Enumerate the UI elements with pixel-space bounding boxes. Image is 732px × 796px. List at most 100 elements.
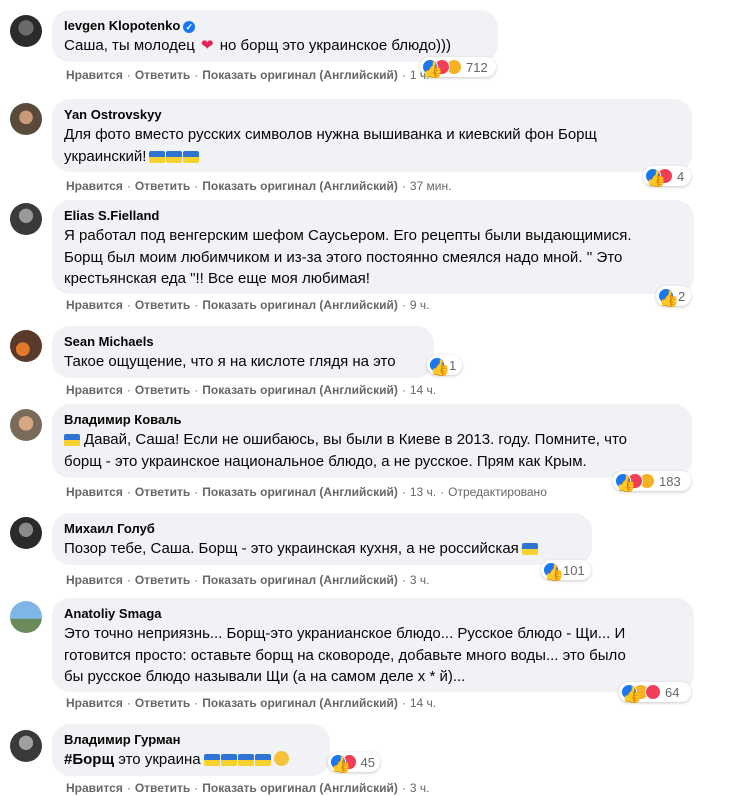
- avatar[interactable]: [10, 203, 42, 235]
- show-original-link[interactable]: Показать оригинал (Английский): [202, 383, 398, 397]
- comment-bubble: Elias S.Fielland Я работал под венгерски…: [52, 200, 694, 294]
- reaction-count: 45: [360, 754, 375, 770]
- comment-bubble: Ievgen Klopotenko ✓ Саша, ты молодец ❤ но…: [52, 10, 498, 62]
- comment-text: бы русское блюдо называли Щи (а на самом…: [64, 668, 466, 685]
- author-name[interactable]: Владимир Коваль: [64, 411, 181, 428]
- like-reaction-icon: [645, 168, 661, 184]
- reply-link[interactable]: Ответить: [135, 573, 190, 587]
- comment-text-part: украинский!: [64, 147, 147, 165]
- show-original-link[interactable]: Показать оригинал (Английский): [202, 485, 398, 499]
- comment-actions: Нравится · Ответить · Показать оригинал (Анг…: [66, 485, 547, 499]
- reply-link[interactable]: Ответить: [135, 383, 190, 397]
- ukraine-flag-emoji: [64, 434, 80, 446]
- reaction-count: 2: [678, 288, 686, 304]
- reaction-summary[interactable]: 712: [420, 57, 496, 77]
- author-name[interactable]: Sean Michaels: [64, 333, 154, 350]
- author-name[interactable]: Ievgen Klopotenko: [64, 17, 180, 34]
- reply-link[interactable]: Ответить: [135, 179, 190, 193]
- reply-link[interactable]: Ответить: [135, 781, 190, 795]
- reply-link[interactable]: Ответить: [135, 68, 190, 82]
- hashtag-link[interactable]: #Борщ: [64, 751, 114, 768]
- reaction-summary[interactable]: 183: [613, 471, 691, 491]
- like-link[interactable]: Нравится: [66, 781, 123, 795]
- author-name[interactable]: Elias S.Fielland: [64, 207, 159, 224]
- ukraine-flag-emojis: [149, 150, 200, 163]
- like-link[interactable]: Нравится: [66, 383, 123, 397]
- reaction-summary[interactable]: 2: [656, 286, 691, 306]
- show-original-link[interactable]: Показать оригинал (Английский): [202, 696, 398, 710]
- comment-text: Борщ был моим любимчиком и из-за этого п…: [64, 248, 623, 266]
- reaction-summary[interactable]: 64: [619, 682, 691, 702]
- comment-text: Позор тебе, Саша. Борщ - это украинская …: [64, 539, 580, 560]
- comment-actions: Нравится · Ответить · Показать оригинал (Анг…: [66, 179, 452, 193]
- comment-text-part: это украина: [118, 751, 201, 768]
- comment-text: борщ - это украинское национальное блюдо…: [64, 452, 587, 470]
- like-link[interactable]: Нравится: [66, 298, 123, 312]
- author-name[interactable]: Владимир Гурман: [64, 731, 181, 748]
- show-original-link[interactable]: Показать оригинал (Английский): [202, 298, 398, 312]
- reaction-count: 1: [449, 357, 457, 373]
- comment-time[interactable]: 9 ч.: [410, 298, 430, 312]
- reaction-summary[interactable]: 101: [541, 560, 591, 580]
- reaction-count: 64: [665, 684, 680, 700]
- comment-time[interactable]: 13 ч.: [410, 485, 436, 499]
- comment-time[interactable]: 37 мин.: [410, 179, 452, 193]
- show-original-link[interactable]: Показать оригинал (Английский): [202, 781, 398, 795]
- comment-text: Для фото вместо русских символов нужна в…: [64, 126, 597, 143]
- comment-bubble: Yan Ostrovskyy Для фото вместо русских с…: [52, 99, 692, 172]
- comment-bubble: Владимир Гурман #Борщ это украина: [52, 724, 330, 776]
- comment-time[interactable]: 14 ч.: [410, 696, 436, 710]
- like-reaction-icon: [615, 473, 631, 489]
- ukraine-flag-emojis: [203, 754, 271, 766]
- avatar[interactable]: [10, 517, 42, 549]
- comment-actions: Нравится · Ответить · Показать оригинал (Анг…: [66, 781, 430, 795]
- author-name[interactable]: Yan Ostrovskyy: [64, 106, 162, 123]
- like-link[interactable]: Нравится: [66, 573, 123, 587]
- show-original-link[interactable]: Показать оригинал (Английский): [202, 179, 398, 193]
- reaction-count: 101: [563, 562, 585, 578]
- like-reaction-icon: [658, 288, 674, 304]
- comment-actions: Нравится · Ответить · Показать оригинал (Анг…: [66, 383, 437, 397]
- avatar[interactable]: [10, 730, 42, 762]
- like-link[interactable]: Нравится: [66, 179, 123, 193]
- comment-text: Я работал под венгерским шефом Саусьером…: [64, 227, 632, 244]
- comment-actions: Нравится · Ответить · Показать оригинал (Анг…: [66, 573, 430, 587]
- comment-actions: Нравится · Ответить · Показать оригинал (Анг…: [66, 696, 437, 710]
- like-reaction-icon: [543, 562, 559, 578]
- reply-link[interactable]: Ответить: [135, 696, 190, 710]
- avatar[interactable]: [10, 601, 42, 633]
- comment-time[interactable]: 14 ч.: [410, 383, 436, 397]
- comment-bubble: Sean Michaels Такое ощущение, что я на к…: [52, 326, 434, 378]
- author-name[interactable]: Anatoliy Smaga: [64, 605, 162, 622]
- reaction-count: 712: [466, 59, 488, 75]
- show-original-link[interactable]: Показать оригинал (Английский): [202, 573, 398, 587]
- comment-bubble: Михаил Голуб Позор тебе, Саша. Борщ - эт…: [52, 513, 592, 565]
- avatar[interactable]: [10, 409, 42, 441]
- like-reaction-icon: [621, 684, 637, 700]
- show-original-link[interactable]: Показать оригинал (Английский): [202, 68, 398, 82]
- reaction-summary[interactable]: 4: [643, 166, 691, 186]
- comment-text: Саша, ты молодец ❤ но борщ это украинско…: [64, 36, 486, 57]
- comment-time[interactable]: 3 ч.: [410, 781, 430, 795]
- comment-time[interactable]: 3 ч.: [410, 573, 430, 587]
- reaction-summary[interactable]: 1: [427, 355, 462, 375]
- verified-badge-icon: ✓: [183, 21, 196, 33]
- comment-text: готовится просто: оставьте борщ на сково…: [64, 646, 626, 664]
- avatar[interactable]: [10, 15, 42, 47]
- reaction-count: 4: [677, 168, 685, 184]
- comment-text-part: Саша, ты молодец: [64, 37, 195, 54]
- heart-emoji-icon: ❤: [201, 37, 214, 54]
- love-reaction-icon: [645, 684, 661, 700]
- reply-link[interactable]: Ответить: [135, 298, 190, 312]
- avatar[interactable]: [10, 103, 42, 135]
- reply-link[interactable]: Ответить: [135, 485, 190, 499]
- author-name[interactable]: Михаил Голуб: [64, 520, 155, 537]
- like-link[interactable]: Нравится: [66, 485, 123, 499]
- like-link[interactable]: Нравится: [66, 68, 123, 82]
- avatar[interactable]: [10, 330, 42, 362]
- like-link[interactable]: Нравится: [66, 696, 123, 710]
- reaction-summary[interactable]: 45: [328, 752, 380, 772]
- comment-text: крестьянская еда "!! Все еще моя любимая…: [64, 270, 370, 287]
- edited-label: Отредактировано: [448, 485, 547, 499]
- comment-text-part: Позор тебе, Саша. Борщ - это украинская …: [64, 540, 519, 557]
